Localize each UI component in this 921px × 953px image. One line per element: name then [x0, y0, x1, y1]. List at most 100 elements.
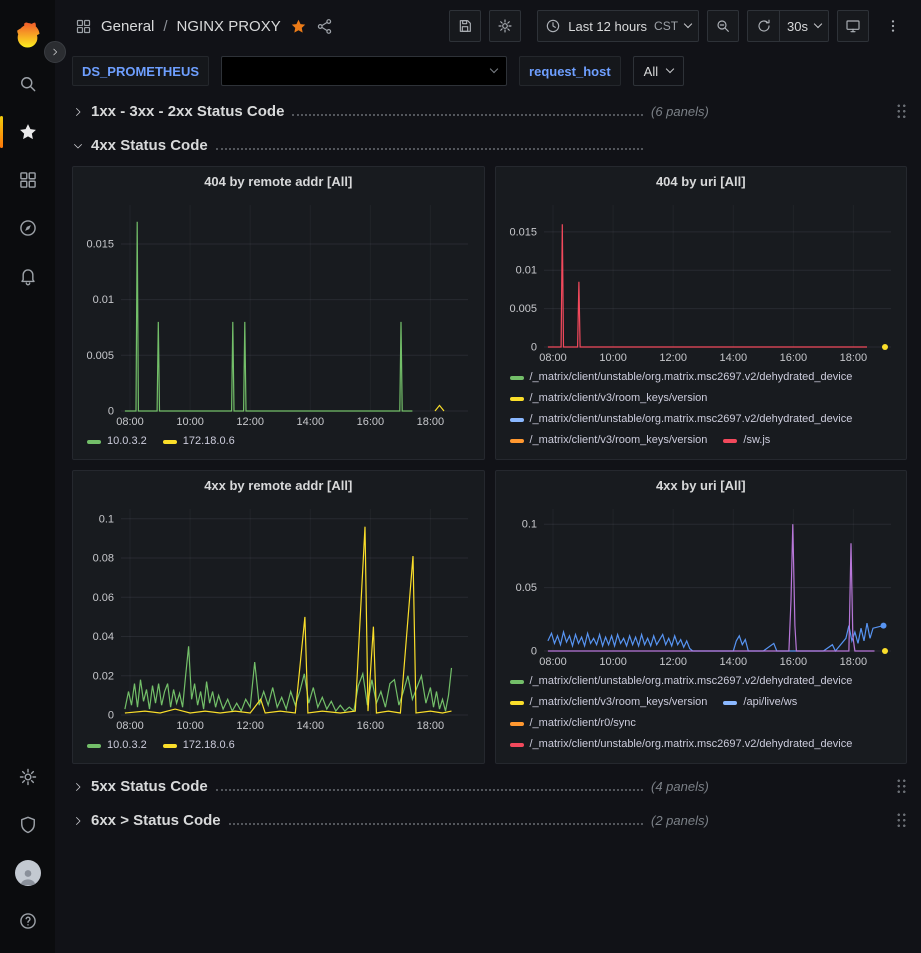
- panel-legend: /_matrix/client/unstable/org.matrix.msc2…: [496, 669, 907, 763]
- row-drag-handle-icon[interactable]: [896, 812, 907, 829]
- row-4xx-status-code[interactable]: 4xx Status Code: [72, 132, 907, 159]
- legend-item[interactable]: /_matrix/client/unstable/org.matrix.msc2…: [510, 737, 853, 752]
- svg-text:0.04: 0.04: [93, 631, 114, 643]
- time-series-chart[interactable]: 00.050.108:0010:0012:0014:0016:0018:00: [502, 501, 901, 669]
- svg-text:18:00: 18:00: [417, 720, 445, 732]
- breadcrumb-section[interactable]: General: [101, 18, 154, 35]
- svg-text:0.01: 0.01: [93, 294, 114, 306]
- variable-request-host-label[interactable]: request_host: [519, 56, 621, 86]
- bell-icon: [18, 266, 38, 286]
- time-series-chart[interactable]: 00.0050.010.01508:0010:0012:0014:0016:00…: [502, 197, 901, 365]
- legend-item[interactable]: /_matrix/client/v3/room_keys/version: [510, 433, 708, 448]
- refresh-button[interactable]: [747, 10, 779, 42]
- svg-text:16:00: 16:00: [357, 416, 385, 428]
- row-dots: [216, 148, 643, 150]
- help-circle-icon: [18, 911, 38, 931]
- row-panel-count: (2 panels): [651, 813, 709, 828]
- save-dashboard-button[interactable]: [449, 10, 481, 42]
- legend-series-swatch: [87, 744, 101, 748]
- panel-title[interactable]: 404 by remote addr [All]: [73, 167, 484, 197]
- svg-text:10:00: 10:00: [176, 416, 204, 428]
- svg-text:14:00: 14:00: [719, 352, 747, 364]
- legend-item[interactable]: 172.18.0.6: [163, 434, 235, 449]
- row-title: 6xx > Status Code: [91, 812, 221, 829]
- sidebar-item-alerting[interactable]: [0, 252, 55, 300]
- panel-legend: /_matrix/client/unstable/org.matrix.msc2…: [496, 365, 907, 459]
- share-icon[interactable]: [316, 18, 333, 35]
- refresh-interval-dropdown[interactable]: 30s: [779, 10, 829, 42]
- svg-text:12:00: 12:00: [236, 720, 264, 732]
- legend-item[interactable]: 10.0.3.2: [87, 434, 147, 449]
- breadcrumb-dashboard-title[interactable]: NGINX PROXY: [177, 18, 281, 35]
- panel-404-by-uri: 404 by uri [All] 00.0050.010.01508:0010:…: [495, 166, 908, 460]
- svg-text:0.05: 0.05: [515, 582, 536, 594]
- row-5xx-status-code[interactable]: 5xx Status Code (4 panels): [72, 773, 907, 800]
- sidebar-item-help[interactable]: [0, 897, 55, 945]
- legend-item[interactable]: /_matrix/client/unstable/org.matrix.msc2…: [510, 674, 853, 689]
- sidebar-expand-button[interactable]: [44, 41, 66, 63]
- refresh-icon: [756, 18, 772, 34]
- svg-text:0: 0: [530, 342, 536, 354]
- panel-title[interactable]: 404 by uri [All]: [496, 167, 907, 197]
- variable-ds-prometheus-label[interactable]: DS_PROMETHEUS: [72, 56, 209, 86]
- row-title: 1xx - 3xx - 2xx Status Code: [91, 103, 284, 120]
- svg-text:14:00: 14:00: [719, 656, 747, 668]
- legend-series-swatch: [510, 418, 524, 422]
- panel-title[interactable]: 4xx by remote addr [All]: [73, 471, 484, 501]
- legend-series-swatch: [510, 439, 524, 443]
- chevron-down-icon: [814, 20, 822, 28]
- legend-item[interactable]: /sw.js: [723, 433, 770, 448]
- row-6xx-status-code[interactable]: 6xx > Status Code (2 panels): [72, 807, 907, 834]
- sidebar-item-profile[interactable]: [0, 849, 55, 897]
- sidebar-item-starred[interactable]: [0, 108, 55, 156]
- grafana-logo-icon: [13, 20, 43, 50]
- request-host-select[interactable]: All: [633, 56, 684, 86]
- row-drag-handle-icon[interactable]: [896, 778, 907, 795]
- svg-text:10:00: 10:00: [599, 352, 627, 364]
- legend-series-label: /sw.js: [743, 433, 770, 448]
- svg-text:14:00: 14:00: [297, 416, 325, 428]
- legend-item[interactable]: /_matrix/client/unstable/org.matrix.msc2…: [510, 370, 853, 385]
- grafana-app: General / NGINX PROXY: [0, 0, 921, 953]
- sidebar-item-dashboards[interactable]: [0, 156, 55, 204]
- legend-item[interactable]: /_matrix/client/v3/room_keys/version: [510, 391, 708, 406]
- legend-item[interactable]: /_matrix/client/unstable/org.matrix.msc2…: [510, 412, 853, 427]
- cycle-view-mode-button[interactable]: [837, 10, 869, 42]
- svg-text:0.015: 0.015: [509, 226, 537, 238]
- sidebar-item-configuration[interactable]: [0, 753, 55, 801]
- more-options-button[interactable]: [877, 10, 909, 42]
- time-series-chart[interactable]: 00.020.040.060.080.108:0010:0012:0014:00…: [79, 501, 478, 733]
- main-area: General / NGINX PROXY: [55, 0, 921, 953]
- row-1xx-3xx-2xx-status-code[interactable]: 1xx - 3xx - 2xx Status Code (6 panels): [72, 98, 907, 125]
- panel-legend: 10.0.3.2 172.18.0.6: [73, 429, 484, 459]
- legend-series-label: /_matrix/client/unstable/org.matrix.msc2…: [530, 412, 853, 427]
- sidebar-item-explore[interactable]: [0, 204, 55, 252]
- favorite-star-icon[interactable]: [290, 18, 307, 35]
- legend-series-swatch: [510, 722, 524, 726]
- zoom-out-button[interactable]: [707, 10, 739, 42]
- legend-item[interactable]: /_matrix/client/v3/room_keys/version: [510, 695, 708, 710]
- time-series-chart[interactable]: 00.0050.010.01508:0010:0012:0014:0016:00…: [79, 197, 478, 429]
- svg-text:12:00: 12:00: [659, 352, 687, 364]
- sidebar-item-server-admin[interactable]: [0, 801, 55, 849]
- row-drag-handle-icon[interactable]: [896, 103, 907, 120]
- svg-text:16:00: 16:00: [357, 720, 385, 732]
- row-title-group: 4xx Status Code: [91, 137, 649, 154]
- row-dots: [292, 114, 643, 116]
- svg-text:0.015: 0.015: [86, 239, 114, 251]
- dashboard-settings-button[interactable]: [489, 10, 521, 42]
- legend-item[interactable]: 172.18.0.6: [163, 738, 235, 753]
- legend-series-swatch: [510, 743, 524, 747]
- legend-item[interactable]: 10.0.3.2: [87, 738, 147, 753]
- datasource-select[interactable]: [221, 56, 507, 86]
- legend-item[interactable]: /_matrix/client/r0/sync: [510, 716, 636, 731]
- svg-text:14:00: 14:00: [297, 720, 325, 732]
- compass-icon: [18, 218, 38, 238]
- breadcrumb-separator: /: [163, 18, 167, 35]
- panel-title[interactable]: 4xx by uri [All]: [496, 471, 907, 501]
- svg-text:08:00: 08:00: [539, 352, 567, 364]
- time-range-picker[interactable]: Last 12 hours CST: [537, 10, 699, 42]
- refresh-interval-value: 30s: [787, 19, 808, 34]
- legend-item[interactable]: /api/live/ws: [723, 695, 797, 710]
- sidebar-item-search[interactable]: [0, 60, 55, 108]
